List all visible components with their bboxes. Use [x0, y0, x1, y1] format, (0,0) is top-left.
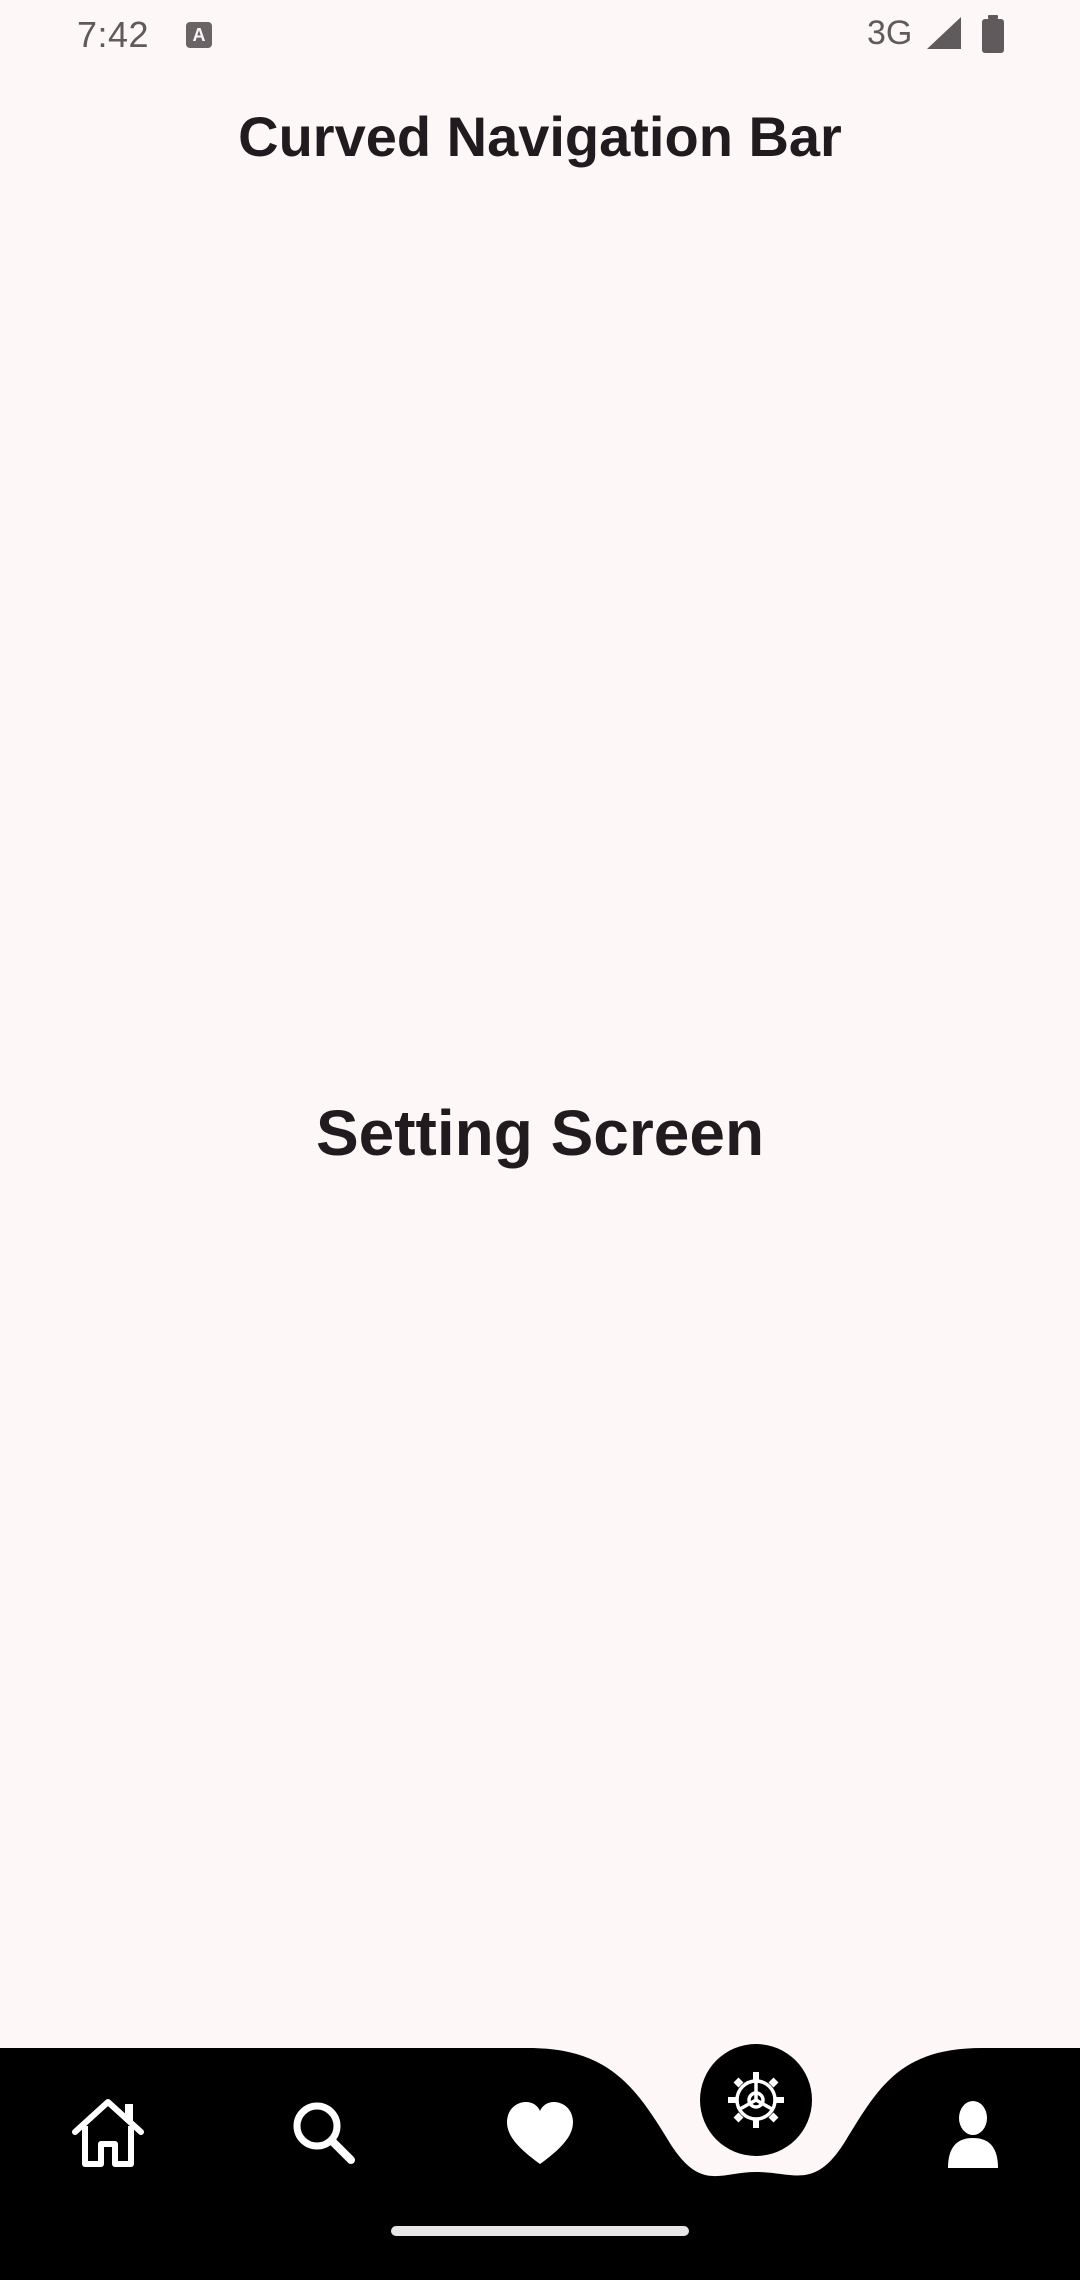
settings-icon	[728, 2072, 784, 2128]
signal-icon	[927, 17, 961, 49]
nav-settings-button[interactable]	[700, 2044, 812, 2156]
status-time: 7:42	[77, 14, 150, 55]
home-icon	[72, 2099, 144, 2167]
network-type: 3G	[867, 14, 913, 52]
nav-home-button[interactable]	[63, 2088, 153, 2178]
battery-icon	[982, 15, 1004, 53]
nav-profile-button[interactable]	[928, 2088, 1018, 2178]
home-indicator[interactable]	[391, 2226, 689, 2236]
screen-label: Setting Screen	[315, 1097, 765, 1169]
a-icon: A	[186, 22, 212, 48]
profile-icon	[948, 2101, 998, 2168]
search-icon	[293, 2102, 355, 2164]
curved-navigation-bar	[0, 2044, 1080, 2280]
status-bar: 7:42 A 3G	[0, 0, 1080, 70]
app-screen: 7:42 A 3G Curved Navigation Bar Setting …	[0, 0, 1080, 2280]
nav-search-button[interactable]	[279, 2088, 369, 2178]
nav-favorites-button[interactable]	[495, 2088, 585, 2178]
page-title: Curved Navigation Bar	[238, 105, 842, 168]
heart-icon	[507, 2102, 573, 2164]
